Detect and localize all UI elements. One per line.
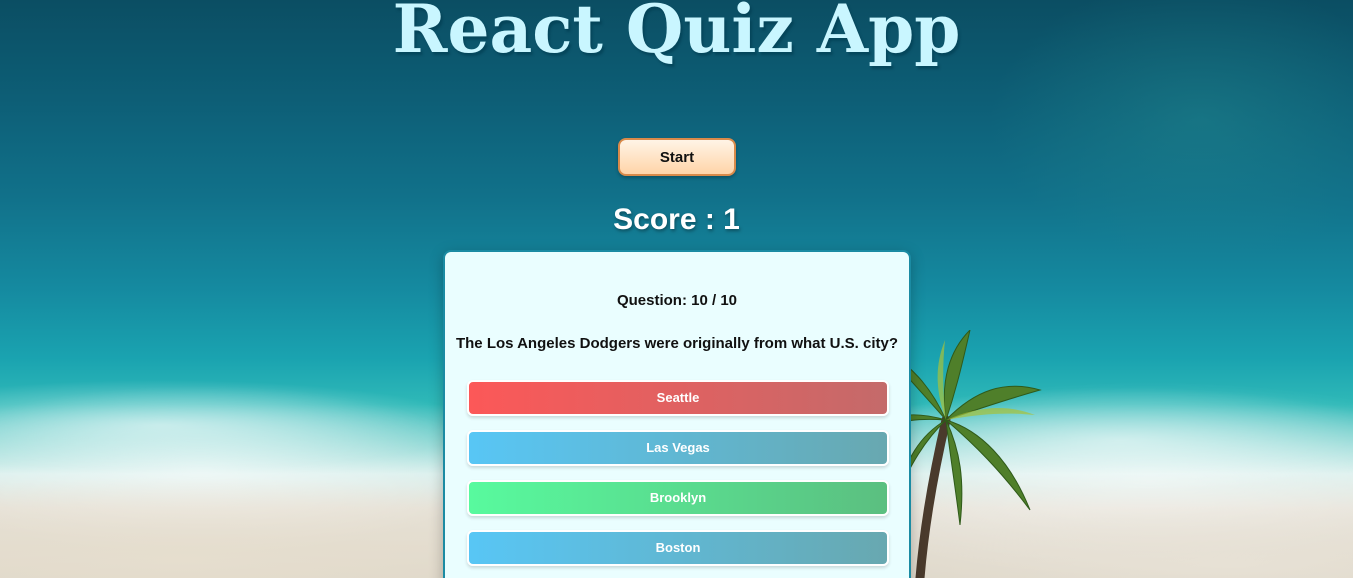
start-button[interactable]: Start — [618, 138, 736, 176]
answer-button-las-vegas[interactable]: Las Vegas — [467, 430, 889, 466]
answer-button-boston[interactable]: Boston — [467, 530, 889, 566]
question-number: Question: 10 / 10 — [616, 292, 738, 309]
app-title: React Quiz App — [392, 0, 961, 68]
quiz-card: Question: 10 / 10 The Los Angeles Dodger… — [443, 250, 911, 578]
answer-button-brooklyn[interactable]: Brooklyn — [467, 480, 889, 516]
question-text: The Los Angeles Dodgers were originally … — [455, 335, 899, 352]
score-display: Score : 1 — [613, 203, 740, 236]
answer-button-seattle[interactable]: Seattle — [467, 380, 889, 416]
